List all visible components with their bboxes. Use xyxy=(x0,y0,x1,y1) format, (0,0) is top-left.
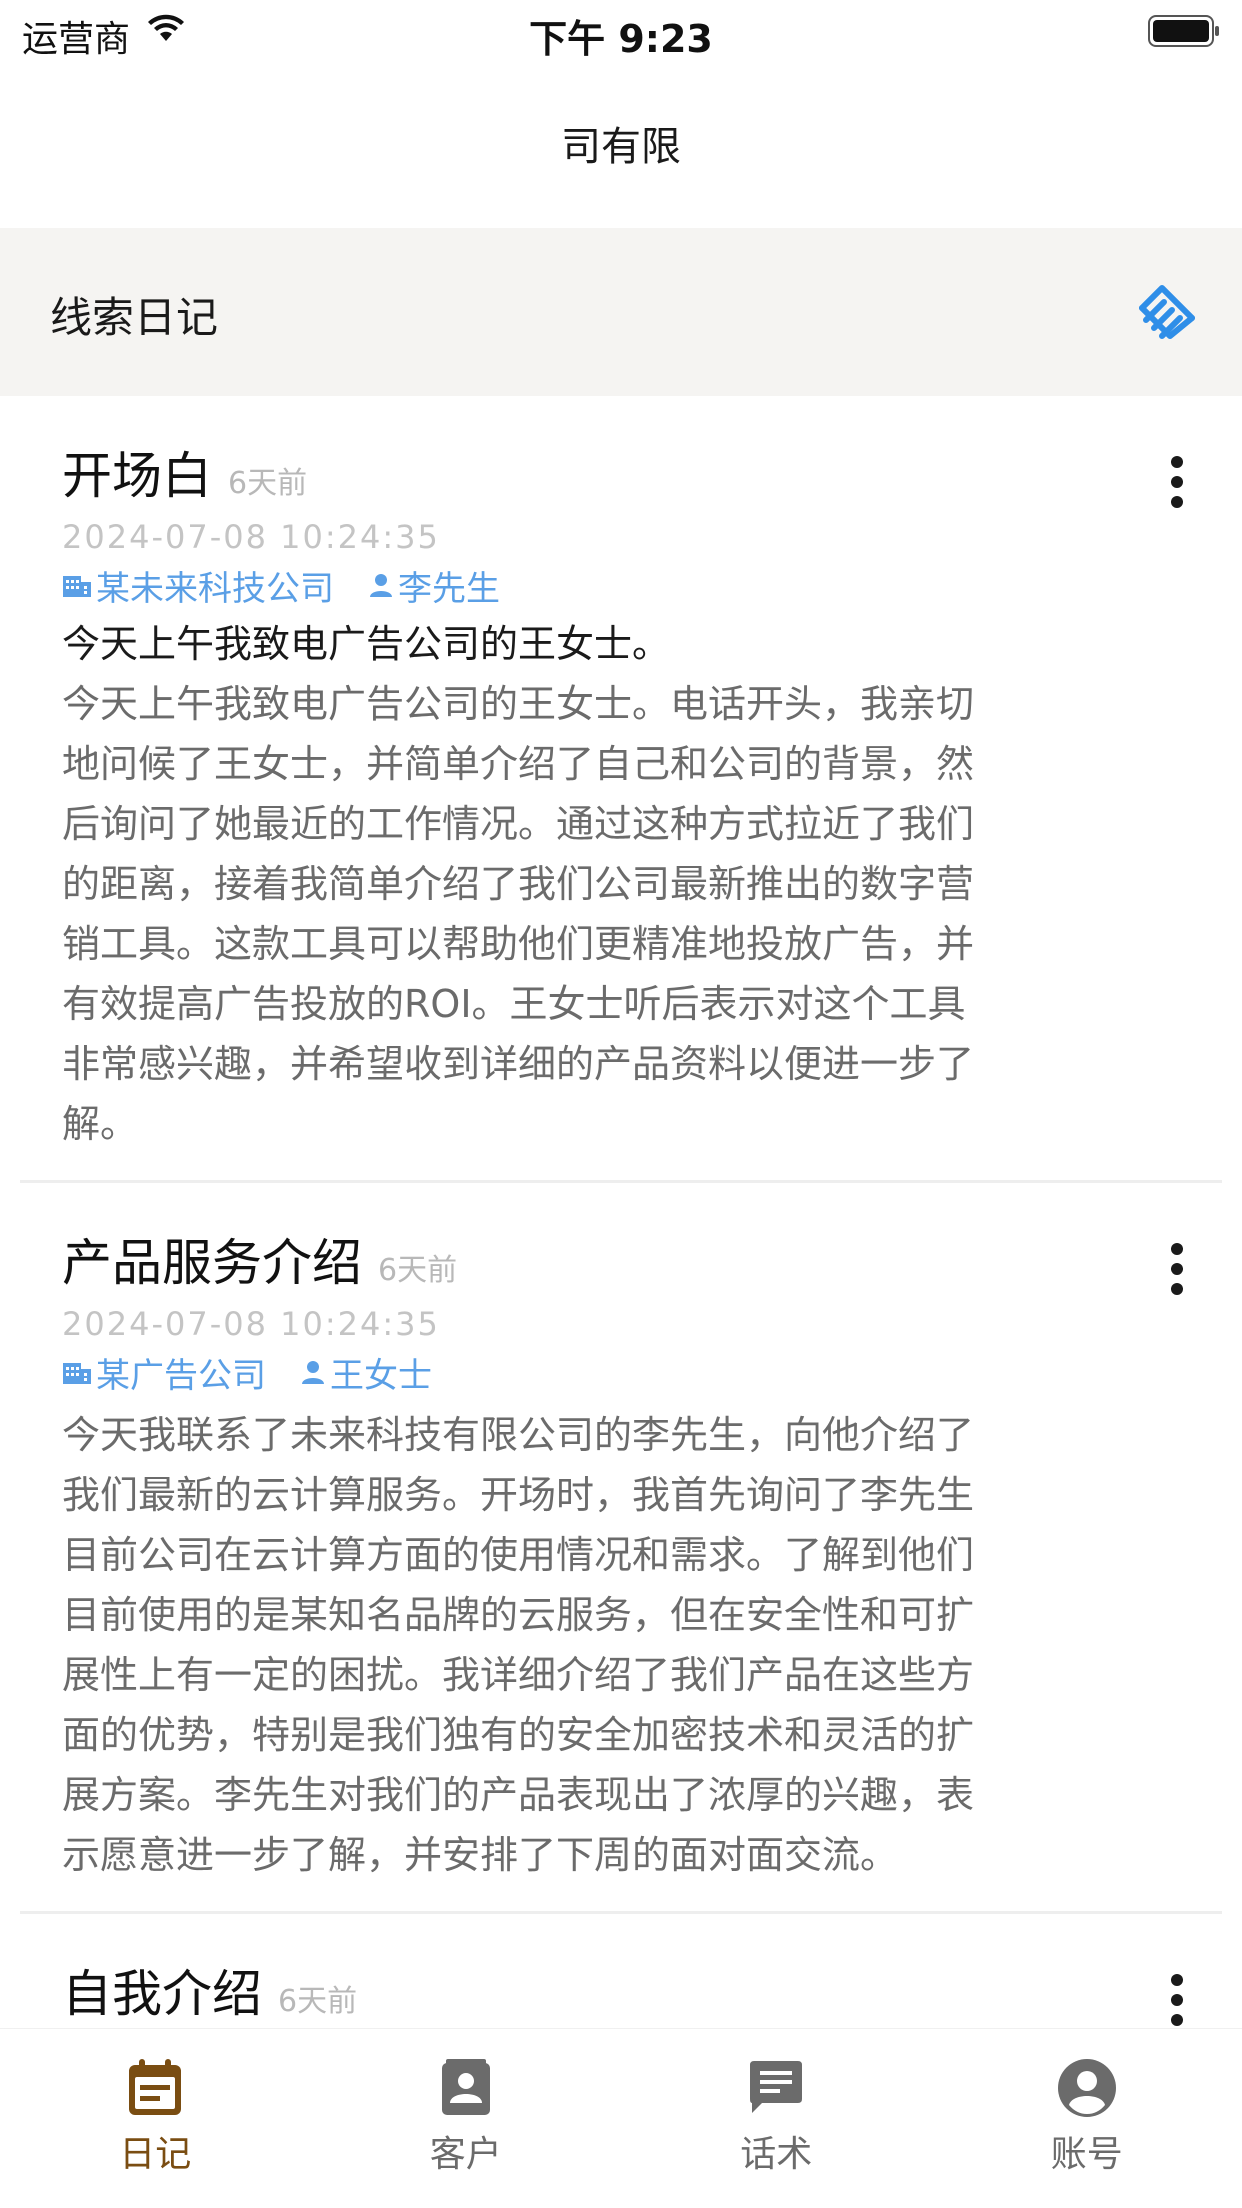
company-tag[interactable]: 某广告公司 xyxy=(62,1348,266,1397)
company-name: 某未来科技公司 xyxy=(96,568,334,609)
status-bar: 运营商 下午 9:23 xyxy=(0,0,1242,62)
handshake-icon[interactable] xyxy=(1132,278,1202,348)
entry-title: 开场白 xyxy=(62,447,212,505)
company-tag[interactable]: 某未来科技公司 xyxy=(62,561,334,610)
entry-header: 自我介绍 6天前 xyxy=(62,1954,1180,2026)
entry-title: 自我介绍 xyxy=(62,1965,262,2023)
chat-icon xyxy=(750,2061,803,2113)
more-icon[interactable] xyxy=(1162,1241,1192,1297)
contact-tag[interactable]: 李先生 xyxy=(368,561,500,610)
contacts-icon xyxy=(441,2059,490,2115)
page-title: 司有限 xyxy=(561,124,681,170)
entry-body: 今天我联系了未来科技有限公司的李先生，向他介绍了我们最新的云计算服务。开场时，我… xyxy=(62,1413,975,1877)
more-icon[interactable] xyxy=(1162,1972,1192,2028)
tab-diary[interactable]: 日记 xyxy=(0,2029,311,2208)
entry-tags: 某广告公司 王女士 xyxy=(62,1351,1180,1396)
entry-relative-time: 6天前 xyxy=(378,1253,458,1288)
calendar-icon xyxy=(129,2059,182,2115)
contact-name: 王女士 xyxy=(330,1355,432,1396)
person-icon xyxy=(370,574,392,597)
entry-tags: 某未来科技公司 李先生 xyxy=(62,564,1180,609)
tab-bar: 日记 客户 话术 账号 xyxy=(0,2028,1242,2208)
building-icon xyxy=(63,576,91,597)
entry-relative-time: 6天前 xyxy=(228,466,308,501)
diary-entry[interactable]: 产品服务介绍 6天前 2024-07-08 10:24:35 某广告公司 王女士… xyxy=(0,1183,1242,1911)
person-icon xyxy=(302,1361,324,1384)
tab-account[interactable]: 账号 xyxy=(932,2029,1242,2208)
building-icon xyxy=(63,1363,91,1384)
entry-relative-time: 6天前 xyxy=(278,1984,358,2019)
tab-customers[interactable]: 客户 xyxy=(311,2029,622,2208)
battery-icon xyxy=(1148,15,1219,47)
contact-tag[interactable]: 王女士 xyxy=(300,1348,432,1397)
entry-body: 今天上午我致电广告公司的王女士。电话开头，我亲切地问候了王女士，并简单介绍了自己… xyxy=(62,682,975,1146)
more-icon[interactable] xyxy=(1162,454,1192,510)
tab-label: 账号 xyxy=(1050,2134,1123,2175)
account-icon xyxy=(1057,2059,1116,2117)
nav-bar: 司有限 xyxy=(0,62,1242,228)
entry-header: 产品服务介绍 6天前 xyxy=(62,1223,1180,1295)
section-title: 线索日记 xyxy=(50,293,219,342)
diary-entry[interactable]: 开场白 6天前 2024-07-08 10:24:35 某未来科技公司 李先生 … xyxy=(0,396,1242,1180)
diary-entry[interactable]: 自我介绍 6天前 xyxy=(0,1914,1242,2028)
entry-header: 开场白 6天前 xyxy=(62,436,1180,508)
entry-summary: 今天上午我致电广告公司的王女士。 xyxy=(62,622,671,666)
tab-label: 日记 xyxy=(119,2134,192,2175)
tab-label: 客户 xyxy=(429,2134,502,2175)
entry-title: 产品服务介绍 xyxy=(62,1234,362,1292)
entry-date: 2024-07-08 10:24:35 xyxy=(62,518,440,556)
section-header: 线索日记 xyxy=(0,228,1242,396)
tab-scripts[interactable]: 话术 xyxy=(621,2029,932,2208)
entry-date: 2024-07-08 10:24:35 xyxy=(62,1305,440,1343)
status-time: 下午 9:23 xyxy=(529,17,713,61)
diary-list: 开场白 6天前 2024-07-08 10:24:35 某未来科技公司 李先生 … xyxy=(0,396,1242,2028)
tab-label: 话术 xyxy=(740,2134,813,2175)
contact-name: 李先生 xyxy=(398,568,500,609)
company-name: 某广告公司 xyxy=(96,1355,266,1396)
